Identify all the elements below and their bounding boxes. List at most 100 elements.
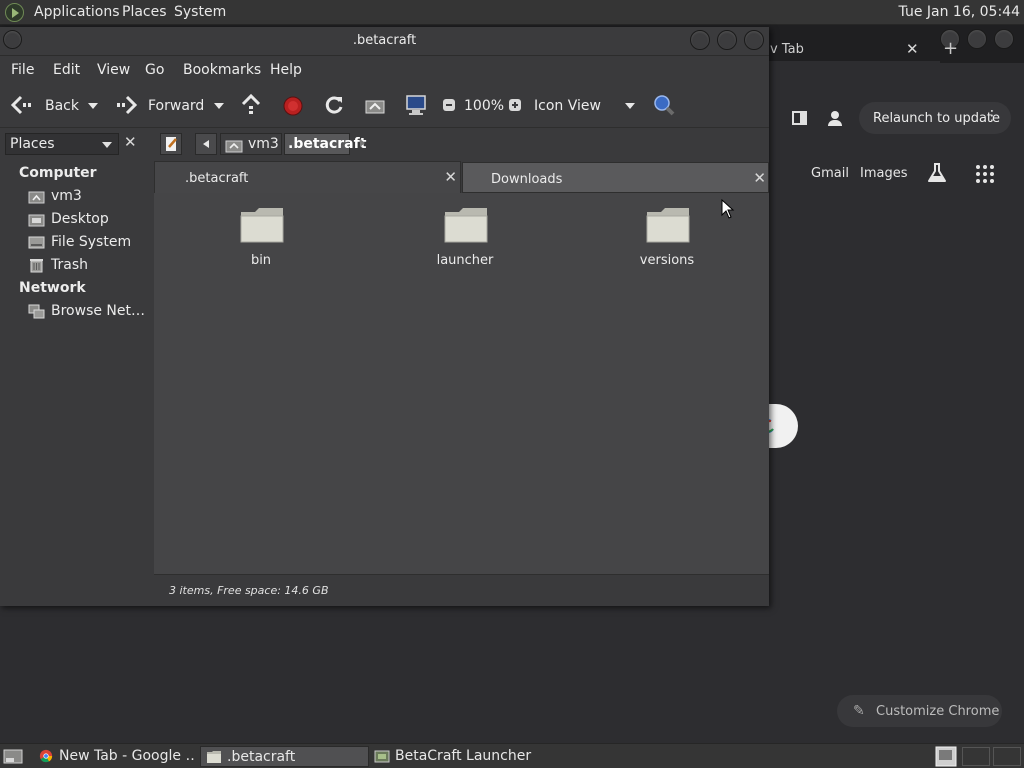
relaunch-label: Relaunch to update — [873, 110, 1001, 126]
breadcrumb-vm3[interactable]: vm3 — [220, 133, 282, 155]
forward-arrow-icon[interactable] — [114, 94, 138, 116]
minimize-button[interactable] — [690, 30, 710, 50]
back-arrow-icon[interactable] — [10, 94, 34, 116]
chrome-maximize-button[interactable] — [967, 29, 987, 49]
distro-logo-icon[interactable] — [5, 3, 24, 22]
icon-view[interactable]: bin launcher versions — [154, 193, 769, 574]
location-bar: Places ✕ vm3 .betacraft — [0, 128, 769, 160]
menu-view[interactable]: View — [97, 62, 130, 78]
side-panel-icon[interactable] — [792, 111, 807, 125]
menu-go[interactable]: Go — [145, 62, 164, 78]
workspace-3[interactable] — [993, 747, 1021, 766]
sidebar-item-file-system[interactable]: File System — [28, 233, 146, 253]
chrome-tab-close-icon[interactable]: ✕ — [906, 40, 919, 58]
stop-icon[interactable] — [282, 95, 304, 117]
folder-icon — [646, 208, 690, 243]
close-button[interactable] — [744, 30, 764, 50]
breadcrumb-vm3-label: vm3 — [248, 136, 279, 152]
google-apps-icon[interactable] — [976, 165, 994, 183]
view-mode-select[interactable]: Icon View — [534, 98, 601, 114]
system-menu[interactable]: System — [174, 0, 226, 25]
menu-edit[interactable]: Edit — [53, 62, 80, 78]
sidebar-item-desktop[interactable]: Desktop — [28, 210, 146, 230]
applications-menu[interactable]: Applications — [34, 0, 120, 25]
sidebar-heading-computer: Computer — [19, 165, 97, 181]
tab-label: .betacraft — [185, 171, 249, 186]
task-betacraft-folder[interactable]: .betacraft — [200, 746, 369, 767]
tab-label: Downloads — [491, 172, 563, 187]
sidebar-item-trash[interactable]: Trash — [28, 256, 146, 276]
profile-icon[interactable] — [825, 108, 845, 128]
show-desktop-icon[interactable] — [3, 748, 23, 765]
menu-file[interactable]: File — [11, 62, 34, 78]
labs-flask-icon[interactable] — [926, 162, 948, 184]
sidebar-item-label: Trash — [51, 257, 88, 273]
sidebar-item-label: Desktop — [51, 211, 109, 227]
chrome-close-button[interactable] — [994, 29, 1014, 49]
path-scroll-left-button[interactable] — [195, 133, 217, 155]
status-bar: 3 items, Free space: 14.6 GB — [154, 574, 769, 606]
chrome-new-tab-button[interactable]: + — [943, 38, 958, 59]
folder-icon — [444, 208, 488, 243]
folder-item-launcher[interactable]: launcher — [405, 203, 525, 273]
task-new-tab-google-chrome[interactable]: New Tab - Google … — [33, 746, 196, 767]
menu-help[interactable]: Help — [270, 62, 302, 78]
maximize-button[interactable] — [717, 30, 737, 50]
edit-pencil-icon — [166, 137, 177, 151]
chrome-icon — [39, 749, 53, 763]
tab-betacraft[interactable]: .betacraft ✕ — [154, 161, 461, 193]
chrome-tab-title: v Tab — [770, 42, 804, 57]
images-link[interactable]: Images — [860, 166, 908, 181]
workspace-2[interactable] — [962, 747, 990, 766]
home-folder-icon — [225, 140, 243, 153]
top-panel: Applications Places System Tue Jan 16, 0… — [0, 0, 1024, 25]
folder-item-versions[interactable]: versions — [607, 203, 727, 273]
close-sidebar-icon[interactable]: ✕ — [124, 133, 137, 151]
folder-name: bin — [250, 253, 272, 268]
folder-icon — [240, 208, 284, 243]
zoom-out-icon[interactable] — [442, 98, 456, 112]
forward-history-dropdown[interactable] — [214, 103, 224, 109]
task-label: New Tab - Google … — [59, 748, 196, 764]
back-button[interactable]: Back — [45, 98, 79, 114]
title-bar[interactable]: .betacraft — [0, 27, 769, 56]
task-betacraft-launcher[interactable]: BetaCraft Launcher … — [369, 746, 537, 767]
up-arrow-icon[interactable] — [240, 93, 262, 117]
search-icon[interactable] — [652, 93, 676, 117]
edit-location-button[interactable] — [160, 133, 182, 155]
computer-icon[interactable] — [404, 94, 428, 116]
sidebar-item-browse-network[interactable]: Browse Net… — [28, 302, 146, 322]
task-label: .betacraft — [227, 749, 296, 765]
sidebar-heading-network: Network — [19, 280, 86, 296]
back-history-dropdown[interactable] — [88, 103, 98, 109]
zoom-in-icon[interactable] — [508, 98, 522, 112]
folder-item-bin[interactable]: bin — [201, 203, 321, 273]
customize-chrome-button[interactable]: ✎ Customize Chrome — [837, 695, 1002, 727]
more-menu-icon[interactable]: ⋮ — [985, 108, 999, 124]
home-icon[interactable] — [364, 95, 386, 115]
menu-bookmarks[interactable]: Bookmarks — [183, 62, 261, 78]
tab-downloads[interactable]: Downloads ✕ — [462, 162, 769, 193]
reload-icon[interactable] — [323, 94, 345, 116]
menu-bar: File Edit View Go Bookmarks Help — [0, 56, 769, 84]
places-menu[interactable]: Places — [122, 0, 167, 25]
tab-close-icon[interactable]: ✕ — [753, 169, 766, 187]
sidebar-places-select[interactable]: Places — [5, 133, 119, 155]
path-scroll-right-button[interactable] — [360, 139, 365, 147]
chrome-tab-new-tab[interactable] — [740, 61, 940, 91]
tab-close-icon[interactable]: ✕ — [444, 168, 457, 186]
zoom-level[interactable]: 100% — [464, 98, 504, 114]
breadcrumb-betacraft-label: .betacraft — [288, 136, 367, 152]
window-title: .betacraft — [352, 33, 417, 48]
clock[interactable]: Tue Jan 16, 05:44 — [899, 0, 1020, 25]
gmail-link[interactable]: Gmail — [811, 166, 849, 181]
view-mode-dropdown[interactable] — [625, 103, 635, 109]
status-text: 3 items, Free space: 14.6 GB — [169, 584, 329, 597]
forward-button[interactable]: Forward — [148, 98, 204, 114]
task-label: BetaCraft Launcher … — [395, 748, 537, 764]
sidebar-item-vm3[interactable]: vm3 — [28, 187, 146, 207]
breadcrumb-betacraft[interactable]: .betacraft — [284, 133, 366, 155]
folder-icon — [207, 751, 221, 763]
relaunch-to-update-button[interactable]: Relaunch to update ⋮ — [859, 102, 1011, 134]
workspace-switcher-icon[interactable] — [935, 746, 957, 767]
